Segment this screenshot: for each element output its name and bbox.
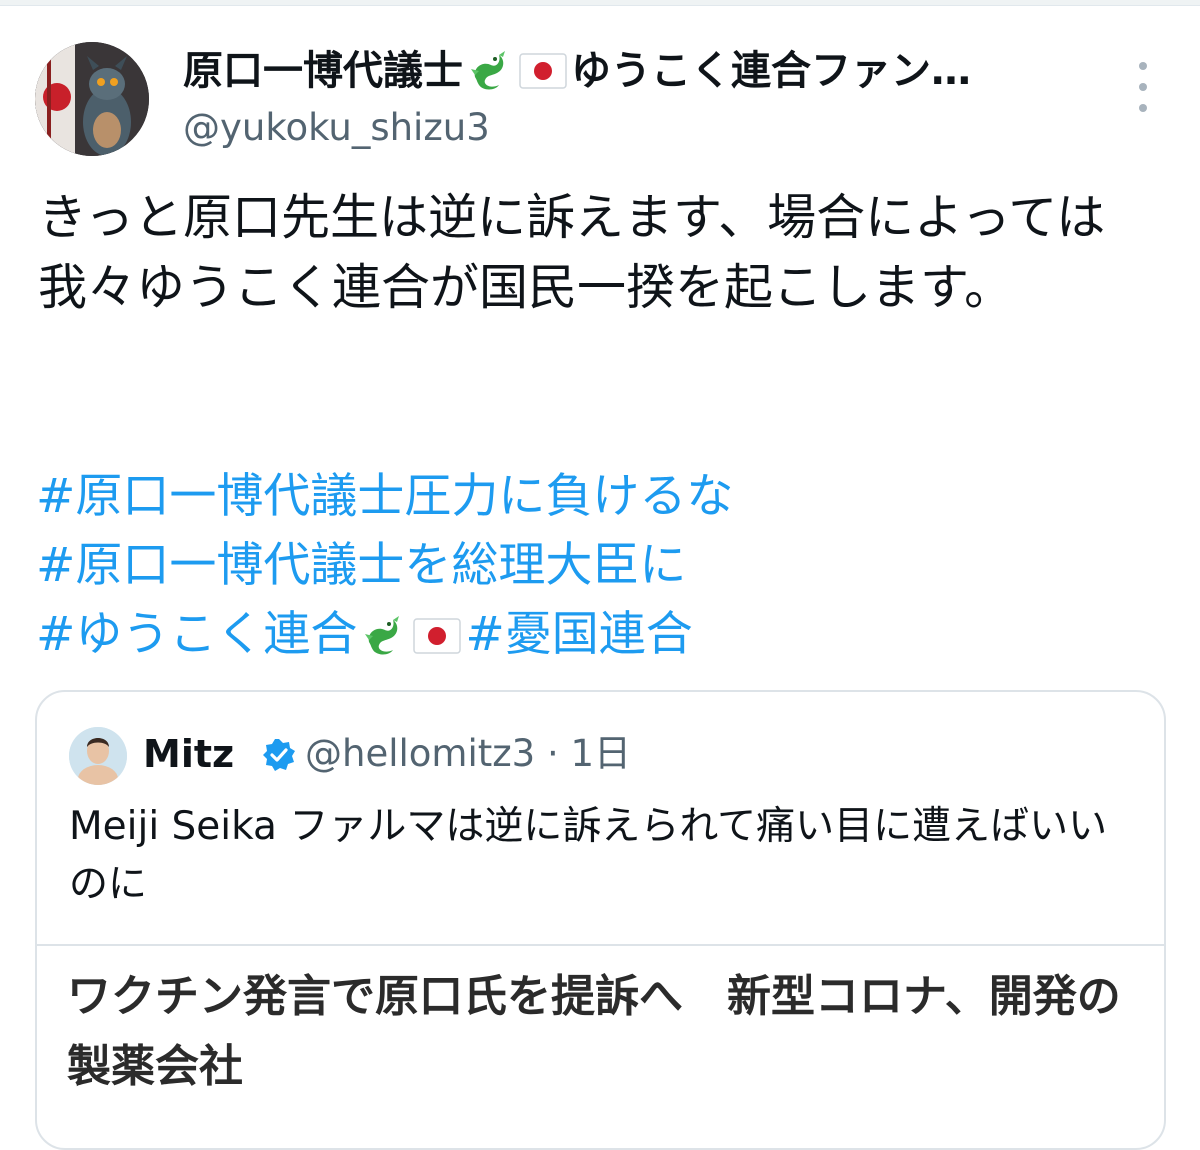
dragon-avatar-icon [35,42,149,156]
japan-flag-icon [413,617,462,654]
verified-badge-icon [263,739,295,771]
hashtag-link[interactable]: #ゆうこく連合 [36,600,357,669]
more-options-button[interactable] [1125,62,1161,112]
article-divider [37,944,1164,946]
top-divider [0,0,1200,6]
author-name[interactable]: 原口一博代議士 ゆうこく連合ファン… [183,44,1083,98]
quote-author-name[interactable]: Mitz [143,728,234,780]
author-name-text: 原口一博代議士 [183,48,463,94]
japan-flag-icon [519,53,567,89]
author-avatar[interactable] [35,42,149,156]
hashtag-link[interactable]: #憂国連合 [465,600,692,669]
author-handle[interactable]: @yukoku_shizu3 [183,103,490,153]
hashtag-link[interactable]: #原口一博代議士圧力に負けるな [36,462,733,531]
quote-text: Meiji Seika ファルマは逆に訴えられて痛い目に遭えばいいのに [69,804,1108,907]
more-vertical-icon [1139,62,1147,70]
user-avatar-icon [69,727,127,785]
author-name-suffix: ゆうこく連合ファン… [571,48,971,94]
more-vertical-icon [1139,83,1147,91]
hashtag-link[interactable]: #原口一博代議士を総理大臣に [36,531,686,600]
tweet-text: きっと原口先生は逆に訴えます、場合によっては我々ゆうこく連合が国民一揆を起こしま… [38,189,1106,316]
hashtags: #原口一博代議士圧力に負けるな #原口一博代議士を総理大臣に #ゆうこく連合 #… [36,462,1161,669]
more-vertical-icon [1139,104,1147,112]
quote-handle-and-time: @hellomitz3 · 1日 [305,732,632,775]
dragon-emoji-icon [471,51,505,90]
quote-avatar[interactable] [69,727,127,785]
article-headline[interactable]: ワクチン発言で原口氏を提訴へ 新型コロナ、開発の製薬会社 [67,962,1127,1102]
quoted-tweet-card[interactable]: Mitz @hellomitz3 · 1日 Meiji Seika ファルマは逆… [35,690,1166,1150]
dragon-emoji-icon [365,615,400,654]
